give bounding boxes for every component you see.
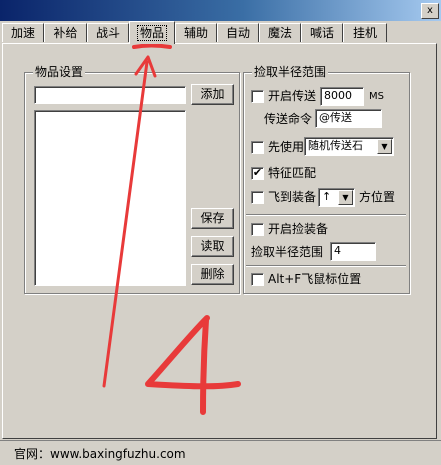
tab-label: 战斗 [95, 26, 120, 40]
alt-divider [246, 265, 406, 267]
chevron-down-icon[interactable]: ▼ [377, 139, 392, 154]
items-listbox[interactable] [34, 110, 186, 286]
pickup-radius-title: 捡取半径范围 [252, 65, 329, 79]
chevron-down-icon[interactable]: ▼ [338, 190, 353, 205]
status-bar: 官网：www.baxingfuzhu.com [0, 440, 441, 465]
tab-label: 魔法 [267, 26, 292, 40]
items-settings-title: 物品设置 [33, 65, 86, 79]
title-bar[interactable]: x [0, 0, 441, 21]
tab-label: 辅助 [183, 26, 208, 40]
pickup-radius-input[interactable]: 4 [330, 242, 376, 261]
alt-f-fly-checkbox[interactable] [251, 273, 264, 286]
use-first-item-select[interactable]: 随机传送石 ▼ [304, 137, 394, 156]
tab-label: 挂机 [352, 26, 377, 40]
teleport-command-label: 传送命令 [264, 112, 313, 126]
save-button[interactable]: 保存 [191, 208, 234, 229]
tab-shout[interactable]: 喊话 [301, 23, 343, 42]
use-first-label: 先使用 [268, 140, 305, 154]
tab-label: 自动 [225, 26, 250, 40]
teleport-distance-input[interactable]: 8000 [320, 87, 364, 106]
teleport-command-input[interactable]: @传送 [315, 109, 382, 128]
direction-select[interactable]: ↑ ▼ [318, 188, 355, 207]
enable-pickup-checkbox[interactable] [251, 223, 264, 236]
feature-match-label: 特征匹配 [268, 166, 317, 180]
tab-auto[interactable]: 自动 [217, 23, 259, 42]
website-label: 官网：www.baxingfuzhu.com [14, 447, 186, 461]
load-button[interactable]: 读取 [191, 236, 234, 257]
tab-label: 加速 [10, 26, 35, 40]
tab-label: 喊话 [309, 26, 334, 40]
delete-button[interactable]: 删除 [191, 264, 234, 285]
alt-f-fly-label: Alt+F飞鼠标位置 [268, 272, 362, 286]
enable-pickup-label: 开启捡装备 [268, 222, 329, 236]
close-button[interactable]: x [421, 3, 439, 19]
tab-combat[interactable]: 战斗 [87, 23, 129, 42]
tab-assist[interactable]: 辅助 [175, 23, 217, 42]
tab-supply[interactable]: 补给 [44, 23, 87, 42]
tab-items[interactable]: 物品 [129, 21, 175, 44]
tab-label: 补给 [53, 26, 78, 40]
add-button[interactable]: 添加 [191, 84, 234, 105]
tab-label: 物品 [136, 25, 167, 41]
item-name-input[interactable] [34, 86, 186, 104]
tab-magic[interactable]: 魔法 [259, 23, 301, 42]
ms-unit-label: MS [369, 91, 384, 102]
enable-teleport-label: 开启传送 [268, 89, 317, 103]
use-first-item-value: 随机传送石 [308, 139, 363, 152]
fly-to-equip-label: 飞到装备 [268, 190, 317, 204]
enable-teleport-checkbox[interactable] [251, 90, 264, 103]
fly-to-equip-checkbox[interactable] [251, 191, 264, 204]
pickup-divider [246, 214, 406, 216]
tab-idle[interactable]: 挂机 [343, 23, 387, 42]
direction-suffix-label: 方位置 [359, 190, 396, 204]
direction-value: ↑ [322, 190, 332, 203]
tab-speed[interactable]: 加速 [2, 23, 44, 42]
pickup-radius-label: 捡取半径范围 [251, 245, 324, 259]
tab-strip: 加速 补给 战斗 物品 辅助 自动 魔法 喊话 挂机 [0, 21, 441, 44]
feature-match-checkbox[interactable]: ✔ [251, 167, 264, 180]
use-first-checkbox[interactable] [251, 141, 264, 154]
